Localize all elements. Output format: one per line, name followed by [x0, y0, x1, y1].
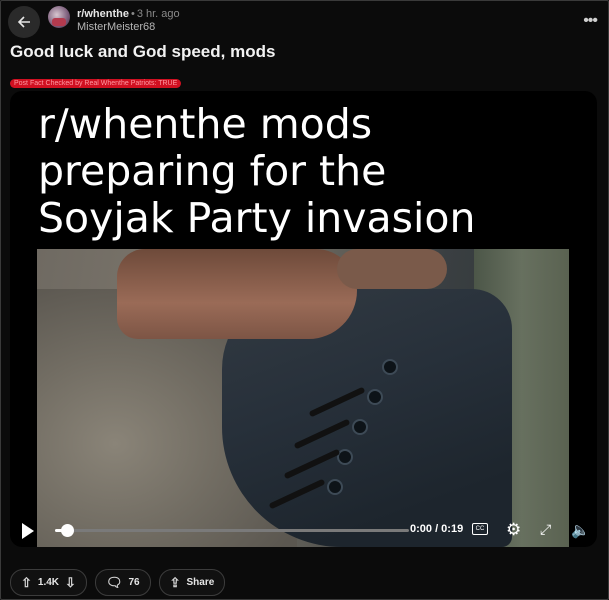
gear-icon[interactable]: ⚙	[506, 520, 521, 540]
author-link[interactable]: MisterMeister68	[77, 21, 180, 34]
video-time: 0:00 / 0:19	[410, 523, 464, 535]
downvote-arrow-icon[interactable]: ⇩	[65, 575, 76, 591]
post-actions: ⇧ 1.4K ⇩ 🗨 76 ⇪ Share	[10, 569, 226, 596]
share-button[interactable]: ⇪ Share	[158, 569, 226, 596]
post-flair[interactable]: Post Fact Checked by Real Whenthe Patrio…	[10, 79, 182, 88]
arrow-left-icon	[17, 16, 30, 28]
vote-control: ⇧ 1.4K ⇩	[10, 569, 87, 596]
captions-button[interactable]: CC	[472, 523, 488, 535]
meta-separator: •	[130, 8, 135, 20]
video-caption: r/whenthe mods preparing for the Soyjak …	[38, 101, 476, 242]
upvote-arrow-icon[interactable]: ⇧	[21, 575, 32, 591]
scene-eyelet	[367, 389, 383, 405]
scene-eyelet	[327, 479, 343, 495]
share-label: Share	[186, 577, 215, 588]
video-player[interactable]: r/whenthe mods preparing for the Soyjak …	[10, 91, 597, 547]
scene-eyelet	[352, 419, 368, 435]
share-icon: ⇪	[169, 574, 181, 590]
scene-eyelet	[382, 359, 398, 375]
subreddit-link[interactable]: r/whenthe	[77, 8, 129, 20]
play-icon[interactable]	[22, 523, 34, 539]
back-button[interactable]	[8, 6, 40, 38]
post-meta: r/whenthe • 3 hr. ago MisterMeister68	[77, 8, 180, 34]
caption-line: preparing for the	[38, 147, 387, 195]
video-frame-boot-lacing	[37, 249, 569, 547]
comments-button[interactable]: 🗨 76	[94, 569, 151, 596]
vote-count: 1.4K	[37, 577, 60, 588]
expand-icon[interactable]: ⤢	[540, 521, 551, 538]
scene-hand	[117, 249, 357, 339]
video-progress-bar[interactable]	[55, 524, 409, 537]
video-controls: 0:00 / 0:19 CC ⚙ ⤢ 🔈	[10, 513, 597, 547]
post-title[interactable]: Good luck and God speed, mods	[10, 42, 275, 62]
caption-line: r/whenthe mods	[38, 100, 373, 148]
comment-count: 76	[128, 577, 140, 588]
more-options-button[interactable]: •••	[583, 12, 598, 30]
scene-hand	[337, 249, 447, 289]
caption-line: Soyjak Party invasion	[38, 194, 476, 242]
subreddit-avatar[interactable]	[48, 6, 70, 28]
video-scrubber-handle[interactable]	[61, 524, 75, 537]
comment-bubble-icon: 🗨	[105, 574, 123, 590]
volume-icon[interactable]: 🔈	[571, 521, 590, 539]
post-time: 3 hr. ago	[136, 8, 180, 20]
more-horizontal-icon: •••	[583, 12, 598, 29]
